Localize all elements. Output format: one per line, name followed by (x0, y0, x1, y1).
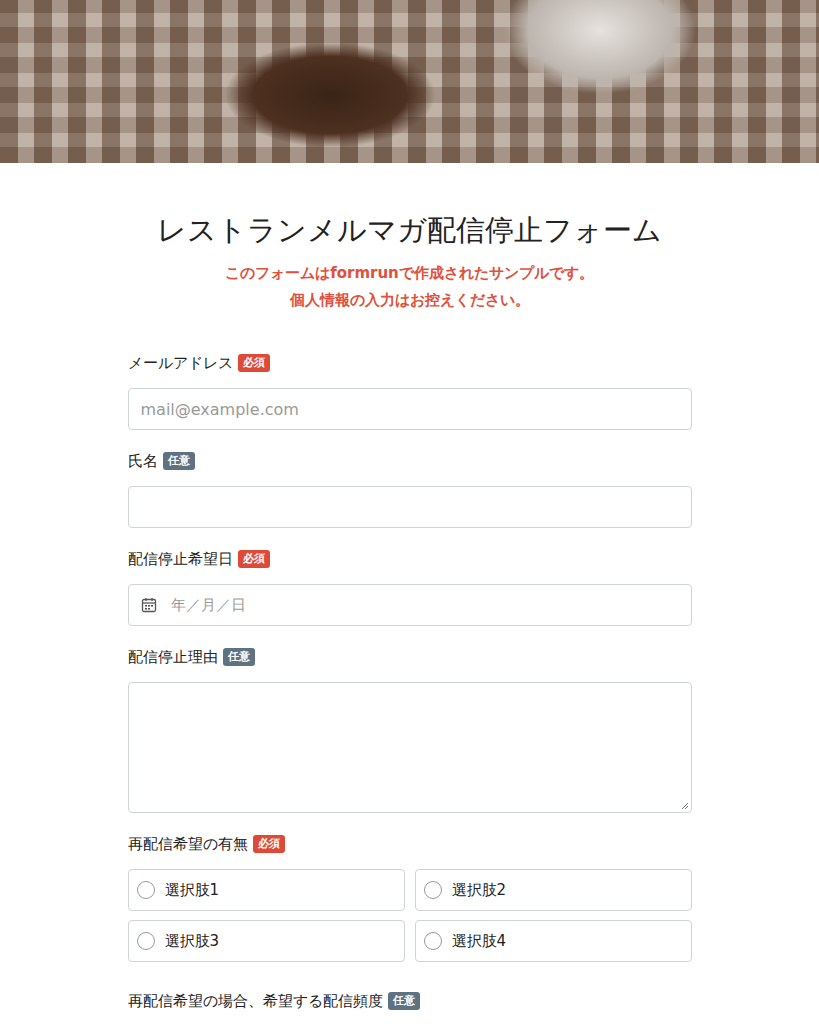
radio-circle-icon[interactable] (137, 932, 155, 950)
radio-option[interactable]: 選択肢2 (415, 869, 692, 911)
field-badge: 必須 (238, 354, 270, 372)
field-label: 配信停止理由 (128, 647, 218, 667)
form-field: メールアドレス必須 mail@example.com (128, 352, 692, 430)
field-label: 再配信希望の有無 (128, 834, 248, 854)
form-field: 再配信希望の有無必須選択肢1 選択肢2 選択肢3 選択肢4 (128, 833, 692, 962)
date-input[interactable]: 年／月／日 (128, 584, 692, 626)
field-badge: 必須 (238, 550, 270, 568)
radio-option[interactable]: 選択肢1 (128, 869, 405, 911)
field-label-row: 配信停止希望日必須 (128, 548, 692, 570)
field-label-row: 配信停止理由任意 (128, 646, 692, 668)
radio-circle-icon[interactable] (424, 932, 442, 950)
form-page: レストランメルマガ配信停止フォームこのフォームはformrunで作成されたサンプ… (0, 0, 819, 1024)
field-label-row: 氏名任意 (128, 450, 692, 472)
header-photo (0, 0, 819, 163)
form-field: 配信停止理由任意 (128, 646, 692, 813)
field-label-row: 再配信希望の場合、希望する配信頻度任意 (128, 990, 692, 1012)
field-label: 再配信希望の場合、希望する配信頻度 (128, 991, 383, 1011)
form: レストランメルマガ配信停止フォームこのフォームはformrunで作成されたサンプ… (128, 163, 692, 1024)
notice: このフォームはformrunで作成されたサンプルです。個人情報の入力はお控えくだ… (128, 260, 692, 314)
form-field: 配信停止希望日必須年／月／日 (128, 548, 692, 626)
radio-label: 選択肢1 (165, 881, 220, 900)
field-label: メールアドレス (128, 353, 233, 373)
radio-circle-icon[interactable] (137, 881, 155, 899)
field-badge: 必須 (253, 835, 285, 853)
field-label: 氏名 (128, 451, 158, 471)
radio-label: 選択肢3 (165, 932, 220, 951)
notice-line: 個人情報の入力はお控えください。 (128, 287, 692, 314)
field-badge: 任意 (223, 648, 255, 666)
form-field: 再配信希望の場合、希望する配信頻度任意 (128, 990, 692, 1024)
textarea[interactable] (128, 682, 692, 813)
placeholder: 年／月／日 (171, 596, 246, 615)
field-label-row: 再配信希望の有無必須 (128, 833, 692, 855)
field-label-row: メールアドレス必須 (128, 352, 692, 374)
radio-option[interactable]: 選択肢4 (415, 920, 692, 962)
field-label: 配信停止希望日 (128, 549, 233, 569)
field-badge: 任意 (388, 992, 420, 1010)
form-title: レストランメルマガ配信停止フォーム (128, 210, 692, 250)
notice-line: このフォームはformrunで作成されたサンプルです。 (128, 260, 692, 287)
calendar-icon (141, 597, 157, 613)
radio-group: 選択肢1 選択肢2 選択肢3 選択肢4 (128, 869, 692, 962)
resize-grip-icon[interactable] (681, 802, 689, 810)
radio-label: 選択肢2 (452, 881, 507, 900)
text-input[interactable] (128, 486, 692, 528)
form-field: 氏名任意 (128, 450, 692, 528)
radio-label: 選択肢4 (452, 932, 507, 951)
text-input[interactable]: mail@example.com (128, 388, 692, 430)
radio-circle-icon[interactable] (424, 881, 442, 899)
field-badge: 任意 (163, 452, 195, 470)
placeholder: mail@example.com (141, 400, 299, 419)
radio-option[interactable]: 選択肢3 (128, 920, 405, 962)
